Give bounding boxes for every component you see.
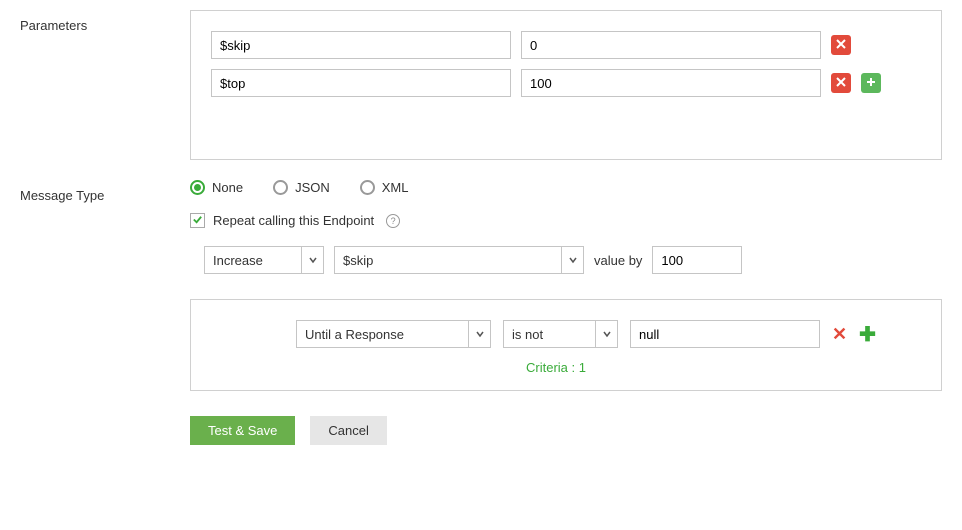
action-select[interactable]: Increase <box>204 246 324 274</box>
radio-none[interactable]: None <box>190 180 243 195</box>
check-icon <box>192 213 203 228</box>
select-value: Increase <box>213 253 293 268</box>
message-type-radio-group: None JSON XML <box>190 180 942 195</box>
criteria-count-label: Criteria : 1 <box>526 360 916 375</box>
criteria-operator-select[interactable]: is not <box>503 320 618 348</box>
criteria-value-input[interactable] <box>630 320 820 348</box>
select-value: $skip <box>343 253 553 268</box>
chevron-down-icon <box>468 321 490 347</box>
param-key-input[interactable] <box>211 31 511 59</box>
close-icon: ✕ <box>832 324 847 344</box>
plus-icon <box>865 76 877 91</box>
criteria-container: Until a Response is not ✕ ✚ <box>190 299 942 391</box>
select-value: Until a Response <box>305 327 460 342</box>
chevron-down-icon <box>561 247 583 273</box>
parameters-label: Parameters <box>20 10 190 33</box>
remove-criteria-button[interactable]: ✕ <box>832 324 847 345</box>
add-param-button[interactable] <box>861 73 881 93</box>
radio-json[interactable]: JSON <box>273 180 330 195</box>
repeat-label: Repeat calling this Endpoint <box>213 213 374 228</box>
close-icon <box>835 38 847 53</box>
radio-label: JSON <box>295 180 330 195</box>
chevron-down-icon <box>301 247 323 273</box>
value-by-text: value by <box>594 253 642 268</box>
chevron-down-icon <box>595 321 617 347</box>
parameters-container <box>190 10 942 160</box>
radio-icon <box>273 180 288 195</box>
param-row <box>211 31 921 59</box>
select-value: is not <box>512 327 587 342</box>
message-type-label: Message Type <box>20 180 190 203</box>
increase-amount-input[interactable] <box>652 246 742 274</box>
param-value-input[interactable] <box>521 69 821 97</box>
add-criteria-button[interactable]: ✚ <box>859 322 876 347</box>
repeat-checkbox[interactable] <box>190 213 205 228</box>
remove-param-button[interactable] <box>831 35 851 55</box>
remove-param-button[interactable] <box>831 73 851 93</box>
radio-label: XML <box>382 180 409 195</box>
field-select[interactable]: $skip <box>334 246 584 274</box>
test-save-button[interactable]: Test & Save <box>190 416 295 445</box>
radio-label: None <box>212 180 243 195</box>
param-value-input[interactable] <box>521 31 821 59</box>
cancel-button[interactable]: Cancel <box>310 416 386 445</box>
close-icon <box>835 76 847 91</box>
help-icon[interactable]: ? <box>386 214 400 228</box>
criteria-condition-select[interactable]: Until a Response <box>296 320 491 348</box>
param-key-input[interactable] <box>211 69 511 97</box>
radio-icon <box>190 180 205 195</box>
param-row <box>211 69 921 97</box>
radio-xml[interactable]: XML <box>360 180 409 195</box>
plus-icon: ✚ <box>859 324 876 346</box>
radio-icon <box>360 180 375 195</box>
